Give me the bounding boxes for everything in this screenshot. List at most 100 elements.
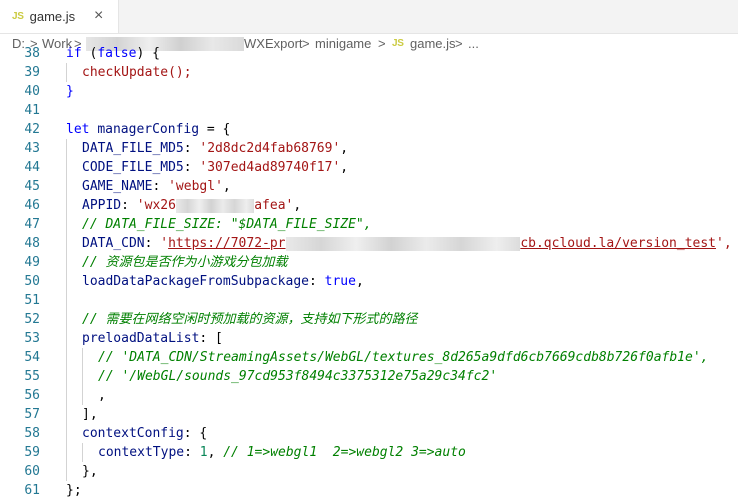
code-text: GAME_NAME: 'webgl', xyxy=(82,177,231,196)
code-line[interactable]: 56, xyxy=(0,386,738,405)
code-token: : xyxy=(308,274,325,289)
indent-guide xyxy=(66,367,67,386)
code-line[interactable]: 53 preloadDataList: [ xyxy=(0,329,738,348)
indent-guide xyxy=(66,310,67,329)
close-icon[interactable]: × xyxy=(94,8,103,24)
code-token: , xyxy=(355,274,364,289)
indent-guide xyxy=(66,253,67,272)
code-token: cb.qcloud.la/version_test xyxy=(520,236,716,251)
indent-guide xyxy=(66,215,67,234)
indent-guide xyxy=(82,386,83,405)
code-token: ) { xyxy=(136,46,160,61)
indent-guide xyxy=(66,196,67,215)
indent-guide xyxy=(66,424,67,443)
code-text: if (false) { xyxy=(66,44,160,63)
indent-guide xyxy=(66,386,67,405)
code-token: // 资源包是否作为小游戏分包加载 xyxy=(82,255,288,270)
code-token: }; xyxy=(66,483,82,498)
line-number: 43 xyxy=(24,141,40,156)
code-text: preloadDataList: [ xyxy=(82,329,223,348)
code-line[interactable]: 61}; xyxy=(0,481,738,500)
code-line[interactable]: 59 contextType: 1, // 1=>webgl1 2=>webgl2… xyxy=(0,443,738,462)
indent-guide xyxy=(66,348,67,367)
code-line[interactable]: 52 // 需要在网络空闲时预加载的资源，支持如下形式的路径 xyxy=(0,310,738,329)
code-text: // DATA_FILE_SIZE: "$DATA_FILE_SIZE", xyxy=(82,215,372,234)
code-token: , xyxy=(340,141,349,156)
code-token: ' xyxy=(160,236,169,251)
indent-guide xyxy=(66,405,67,424)
code-line[interactable]: 54 // 'DATA_CDN/StreamingAssets/WebGL/tex… xyxy=(0,348,738,367)
code-line[interactable]: 45 GAME_NAME: 'webgl', xyxy=(0,177,738,196)
line-number: 53 xyxy=(24,331,40,346)
code-line[interactable]: 58 contextConfig: { xyxy=(0,424,738,443)
line-number: 55 xyxy=(24,369,40,384)
code-line[interactable]: 43 DATA_FILE_MD5: '2d8dc2d4fab68769', xyxy=(0,139,738,158)
indent-guide xyxy=(82,443,83,462)
tab-label: game.js xyxy=(29,9,76,24)
code-token: CODE_FILE_MD5 xyxy=(82,160,184,175)
line-number: 41 xyxy=(24,103,40,118)
code-text: DATA_FILE_MD5: '2d8dc2d4fab68769', xyxy=(82,139,348,158)
line-number: 40 xyxy=(24,84,40,99)
code-text: APPID: 'wx26 afea', xyxy=(82,196,301,215)
code-text: loadDataPackageFromSubpackage: true, xyxy=(82,272,364,291)
code-line[interactable]: 57], xyxy=(0,405,738,424)
code-text: }, xyxy=(82,462,98,481)
indent-guide xyxy=(66,234,67,253)
code-line[interactable]: 39 checkUpdate(); xyxy=(0,63,738,82)
code-text: } xyxy=(66,82,74,101)
code-line[interactable]: 46 APPID: 'wx26 afea', xyxy=(0,196,738,215)
code-line[interactable]: 55 // '/WebGL/sounds_97cd953f8494c3375312… xyxy=(0,367,738,386)
code-text: CODE_FILE_MD5: '307ed4ad89740f17', xyxy=(82,158,348,177)
code-line[interactable]: 50 loadDataPackageFromSubpackage: true, xyxy=(0,272,738,291)
code-token: : xyxy=(183,141,200,156)
code-token: , xyxy=(293,198,302,213)
code-token: loadDataPackageFromSubpackage xyxy=(82,274,309,289)
code-text: , xyxy=(98,386,106,405)
code-token: '2d8dc2d4fab68769' xyxy=(199,141,341,156)
code-line[interactable]: 60}, xyxy=(0,462,738,481)
code-line[interactable]: 51 xyxy=(0,291,738,310)
code-line[interactable]: 49 // 资源包是否作为小游戏分包加载 xyxy=(0,253,738,272)
code-text: DATA_CDN: 'https://7072-pr cb.qcloud.la/… xyxy=(82,234,732,253)
code-line[interactable]: 42 let managerConfig = { xyxy=(0,120,738,139)
code-token: , xyxy=(222,179,231,194)
code-line[interactable]: 48 DATA_CDN: 'https://7072-pr cb.qcloud.l… xyxy=(0,234,738,253)
code-line[interactable]: 41 xyxy=(0,101,738,120)
code-text: // '/WebGL/sounds_97cd953f8494c3375312e7… xyxy=(98,367,497,386)
line-number: 44 xyxy=(24,160,40,175)
indent-guide xyxy=(66,177,67,196)
line-number: 49 xyxy=(24,255,40,270)
code-token: GAME_NAME xyxy=(82,179,153,194)
code-token: }, xyxy=(82,464,98,479)
code-token: 1 xyxy=(199,445,208,460)
line-number: 42 xyxy=(24,122,40,137)
code-token: 'webgl' xyxy=(168,179,223,194)
line-number: 61 xyxy=(24,483,40,498)
code-text: contextConfig: { xyxy=(82,424,207,443)
code-line[interactable]: 44 CODE_FILE_MD5: '307ed4ad89740f17', xyxy=(0,158,738,177)
code-token: if xyxy=(66,46,90,61)
code-line[interactable]: 47 // DATA_FILE_SIZE: "$DATA_FILE_SIZE", xyxy=(0,215,738,234)
javascript-file-icon: JS xyxy=(12,11,24,22)
code-token: ', xyxy=(716,236,732,251)
code-text: contextType: 1, // 1=>webgl1 2=>webgl2 3… xyxy=(98,443,466,462)
code-line[interactable]: 40} xyxy=(0,82,738,101)
code-token: DATA_CDN xyxy=(82,236,145,251)
indent-guide xyxy=(82,348,83,367)
line-number: 48 xyxy=(24,236,40,251)
code-token: : xyxy=(144,236,161,251)
code-editor[interactable]: 38 if (false) {39 checkUpdate(); 40} 41 42 let… xyxy=(0,44,738,502)
tab-game-js[interactable]: JS game.js × xyxy=(0,0,119,33)
code-line[interactable]: 38 if (false) { xyxy=(0,44,738,63)
line-number: 58 xyxy=(24,426,40,441)
code-token: : xyxy=(152,179,169,194)
indent-guide xyxy=(66,63,67,82)
code-token: = { xyxy=(199,122,231,137)
code-token: true xyxy=(324,274,356,289)
code-token: , xyxy=(98,388,106,403)
indent-guide xyxy=(66,139,67,158)
line-number: 54 xyxy=(24,350,40,365)
line-number: 51 xyxy=(24,293,40,308)
code-token: : { xyxy=(183,426,208,441)
